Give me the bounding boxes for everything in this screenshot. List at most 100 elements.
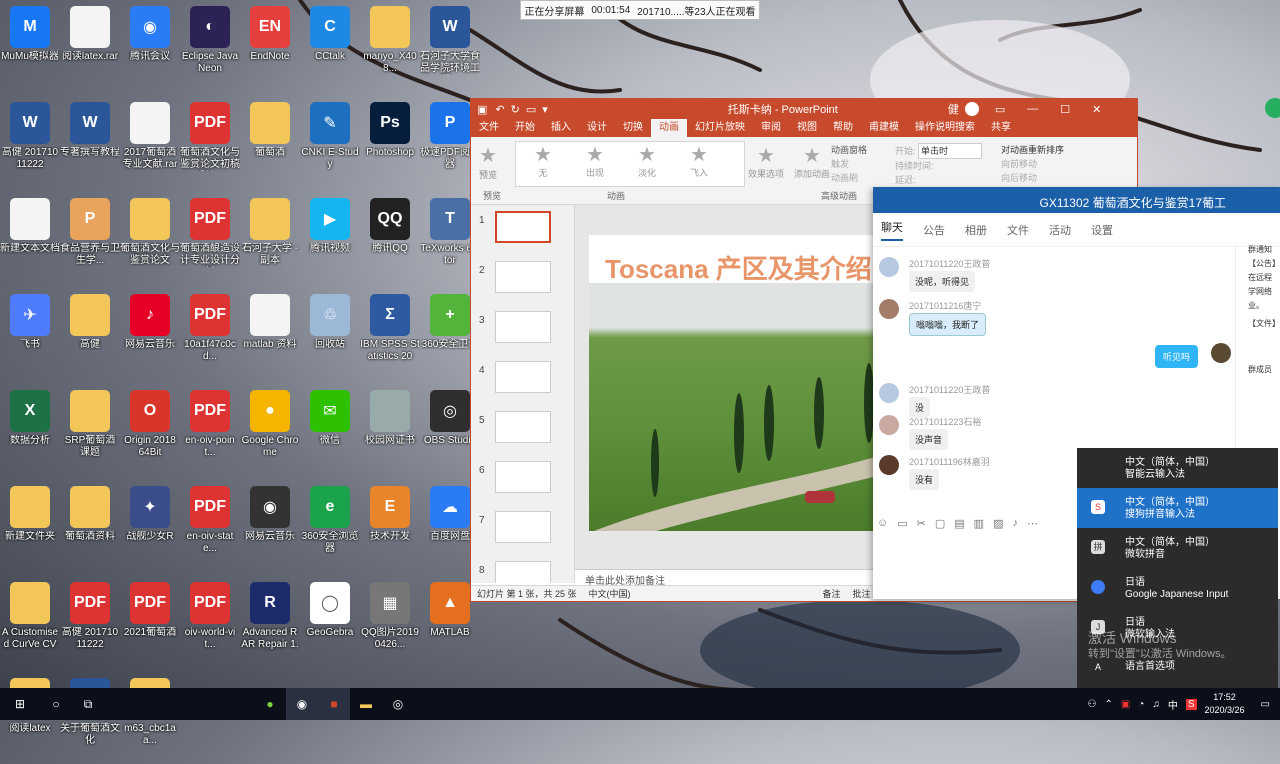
- file-icon[interactable]: ▤: [954, 517, 964, 530]
- avatar[interactable]: [879, 299, 899, 319]
- slide-thumbnail[interactable]: 7: [471, 511, 574, 555]
- desktop-icon[interactable]: A Customised CurVe CV: [0, 580, 60, 668]
- customize-qat-icon[interactable]: ▾: [542, 103, 548, 116]
- taskbar-app-explorer[interactable]: ▬: [350, 688, 382, 720]
- desktop-icon[interactable]: QQ 腾讯QQ: [360, 196, 420, 284]
- desktop-icon[interactable]: 校园网证书: [360, 388, 420, 476]
- comments-toggle[interactable]: 批注: [853, 587, 871, 600]
- avatar[interactable]: [879, 257, 899, 277]
- ime-option[interactable]: 中文（简体，中国） 智能云输入法: [1077, 448, 1278, 488]
- chat-tab[interactable]: 设置: [1091, 222, 1113, 238]
- maximize-button[interactable]: ☐: [1060, 103, 1070, 116]
- desktop-icon[interactable]: E 技术开发: [360, 484, 420, 572]
- start-select[interactable]: 单击时: [918, 143, 983, 159]
- slide-thumbnail[interactable]: 5: [471, 411, 574, 455]
- tray-app-icon[interactable]: ▣: [1121, 699, 1130, 710]
- animation-pane-button[interactable]: 动画窗格: [831, 143, 867, 157]
- notes-toggle[interactable]: 备注: [823, 587, 841, 600]
- desktop-icon[interactable]: ✦ 战舰少女R: [120, 484, 180, 572]
- desktop-icon[interactable]: ♪ 网易云音乐: [120, 292, 180, 380]
- desktop-icon[interactable]: 新建文件夹: [0, 484, 60, 572]
- desktop-icon[interactable]: 2017葡萄酒专业文献.rar: [120, 100, 180, 188]
- search-icon[interactable]: ○: [40, 688, 72, 720]
- effect-options-button[interactable]: ★ 效果选项: [743, 145, 789, 185]
- desktop-icon[interactable]: PDF oiv-world-vit...: [180, 580, 240, 668]
- move-later-button[interactable]: 向后移动: [1001, 171, 1064, 185]
- desktop-icon[interactable]: M MuMu模拟器: [0, 4, 60, 92]
- ribbon-tab[interactable]: 操作说明搜索: [907, 119, 983, 137]
- sogou-icon[interactable]: S: [1185, 698, 1197, 710]
- desktop-icon[interactable]: ◉ 腾讯会议: [120, 4, 180, 92]
- ime-option[interactable]: 拼中文（简体，中国） 微软拼音: [1077, 528, 1278, 568]
- animation-painter-button[interactable]: 动画刷: [831, 171, 867, 185]
- ribbon-tab[interactable]: 动画: [651, 119, 687, 137]
- desktop-icon[interactable]: ◐ Eclipse Java Neon: [180, 4, 240, 92]
- desktop-icon[interactable]: ✉ 微信: [300, 388, 360, 476]
- desktop-icon[interactable]: PDF 2021葡萄酒: [120, 580, 180, 668]
- slide-thumbnail[interactable]: 8: [471, 561, 574, 583]
- chat-tab[interactable]: 聊天: [881, 219, 903, 241]
- ime-indicator[interactable]: 中: [1168, 697, 1178, 712]
- ime-option[interactable]: 日语 Google Japanese Input: [1077, 568, 1278, 608]
- task-view-icon[interactable]: ⧉: [72, 688, 104, 720]
- slide-thumbnail[interactable]: 3: [471, 311, 574, 355]
- avatar[interactable]: [879, 383, 899, 403]
- add-animation-button[interactable]: ★ 添加动画: [789, 145, 835, 185]
- animation-effect[interactable]: ★ 出现: [572, 144, 618, 184]
- avatar[interactable]: [879, 455, 899, 475]
- screen-share-bar[interactable]: 正在分享屏幕 00:01:54 201710.....等23人正在观看: [520, 0, 760, 20]
- desktop-icon[interactable]: ▶ 腾讯视频: [300, 196, 360, 284]
- animation-effect[interactable]: ★ 飞入: [676, 144, 722, 184]
- desktop-icon[interactable]: X 数据分析: [0, 388, 60, 476]
- start-button[interactable]: ⊞: [0, 688, 40, 720]
- present-icon[interactable]: ▭: [526, 103, 536, 116]
- chevron-up-icon[interactable]: ⌃: [1104, 699, 1112, 710]
- slide-thumbnail[interactable]: 2: [471, 261, 574, 305]
- chat-tab[interactable]: 活动: [1049, 222, 1071, 238]
- ribbon-tab[interactable]: 审阅: [753, 119, 789, 137]
- ribbon-tab[interactable]: 幻灯片放映: [687, 119, 753, 137]
- desktop-icon[interactable]: PDF en-oiv-state...: [180, 484, 240, 572]
- trigger-button[interactable]: 触发: [831, 157, 867, 171]
- notification-icon[interactable]: ▭: [1261, 699, 1270, 710]
- network-icon[interactable]: ◔: [1138, 699, 1144, 710]
- desktop-icon[interactable]: 新建文本文档: [0, 196, 60, 284]
- desktop-icon[interactable]: Ps Photoshop: [360, 100, 420, 188]
- taskbar-app-360[interactable]: ●: [254, 688, 286, 720]
- animation-effect[interactable]: ★ 淡化: [624, 144, 670, 184]
- ribbon-tab[interactable]: 设计: [579, 119, 615, 137]
- gif-icon[interactable]: ▭: [897, 517, 907, 530]
- desktop-icon[interactable]: C CCtalk: [300, 4, 360, 92]
- clock[interactable]: 17:52 2020/3/26: [1205, 691, 1245, 717]
- desktop-icon[interactable]: 石河子大学 - 副本: [240, 196, 300, 284]
- people-icon[interactable]: ⚇: [1087, 699, 1096, 710]
- more-icon[interactable]: ⋯: [1027, 517, 1038, 530]
- bell-icon[interactable]: ♪: [1012, 517, 1018, 530]
- slide-title[interactable]: Toscana 产区及其介绍: [605, 249, 872, 286]
- taskbar-app-powerpoint[interactable]: ■: [318, 688, 350, 720]
- ppt-titlebar[interactable]: ▣ ↶ ↻ ▭ ▾ 托斯卡纳 - PowerPoint 健 ▭ — ☐ ✕: [471, 99, 1137, 119]
- ribbon-tab[interactable]: 开始: [507, 119, 543, 137]
- desktop-icon[interactable]: ● Google Chrome: [240, 388, 300, 476]
- taskbar-app-obs2[interactable]: ◎: [382, 688, 414, 720]
- desktop-icon[interactable]: R Advanced RAR Repair 1.20: [240, 580, 300, 668]
- desktop-icon[interactable]: manyo_X408...: [360, 4, 420, 92]
- redo-icon[interactable]: ↻: [511, 103, 520, 116]
- desktop-icon[interactable]: 高健: [60, 292, 120, 380]
- desktop-icon[interactable]: EN EndNote: [240, 4, 300, 92]
- undo-icon[interactable]: ↶: [495, 103, 504, 116]
- move-earlier-button[interactable]: 向前移动: [1001, 157, 1064, 171]
- save-icon[interactable]: ▣: [477, 103, 487, 116]
- desktop-icon[interactable]: PDF en-oiv-point...: [180, 388, 240, 476]
- ribbon-tab[interactable]: 视图: [789, 119, 825, 137]
- desktop-icon[interactable]: 葡萄酒资料: [60, 484, 120, 572]
- desktop-icon[interactable]: ♲ 回收站: [300, 292, 360, 380]
- doc-icon[interactable]: ▥: [974, 517, 984, 530]
- current-slide[interactable]: Toscana 产区及其介绍: [589, 235, 889, 531]
- desktop-icon[interactable]: W 石河子大学食品学院环境工程...: [420, 4, 480, 92]
- desktop-icon[interactable]: 葡萄酒: [240, 100, 300, 188]
- avatar[interactable]: [879, 415, 899, 435]
- desktop-icon[interactable]: PDF 10a1f47c0cd...: [180, 292, 240, 380]
- desktop-icon[interactable]: PDF 葡萄酒酿造设计专业设计分析: [180, 196, 240, 284]
- desktop-icon[interactable]: 葡萄酒文化与鉴赏论文: [120, 196, 180, 284]
